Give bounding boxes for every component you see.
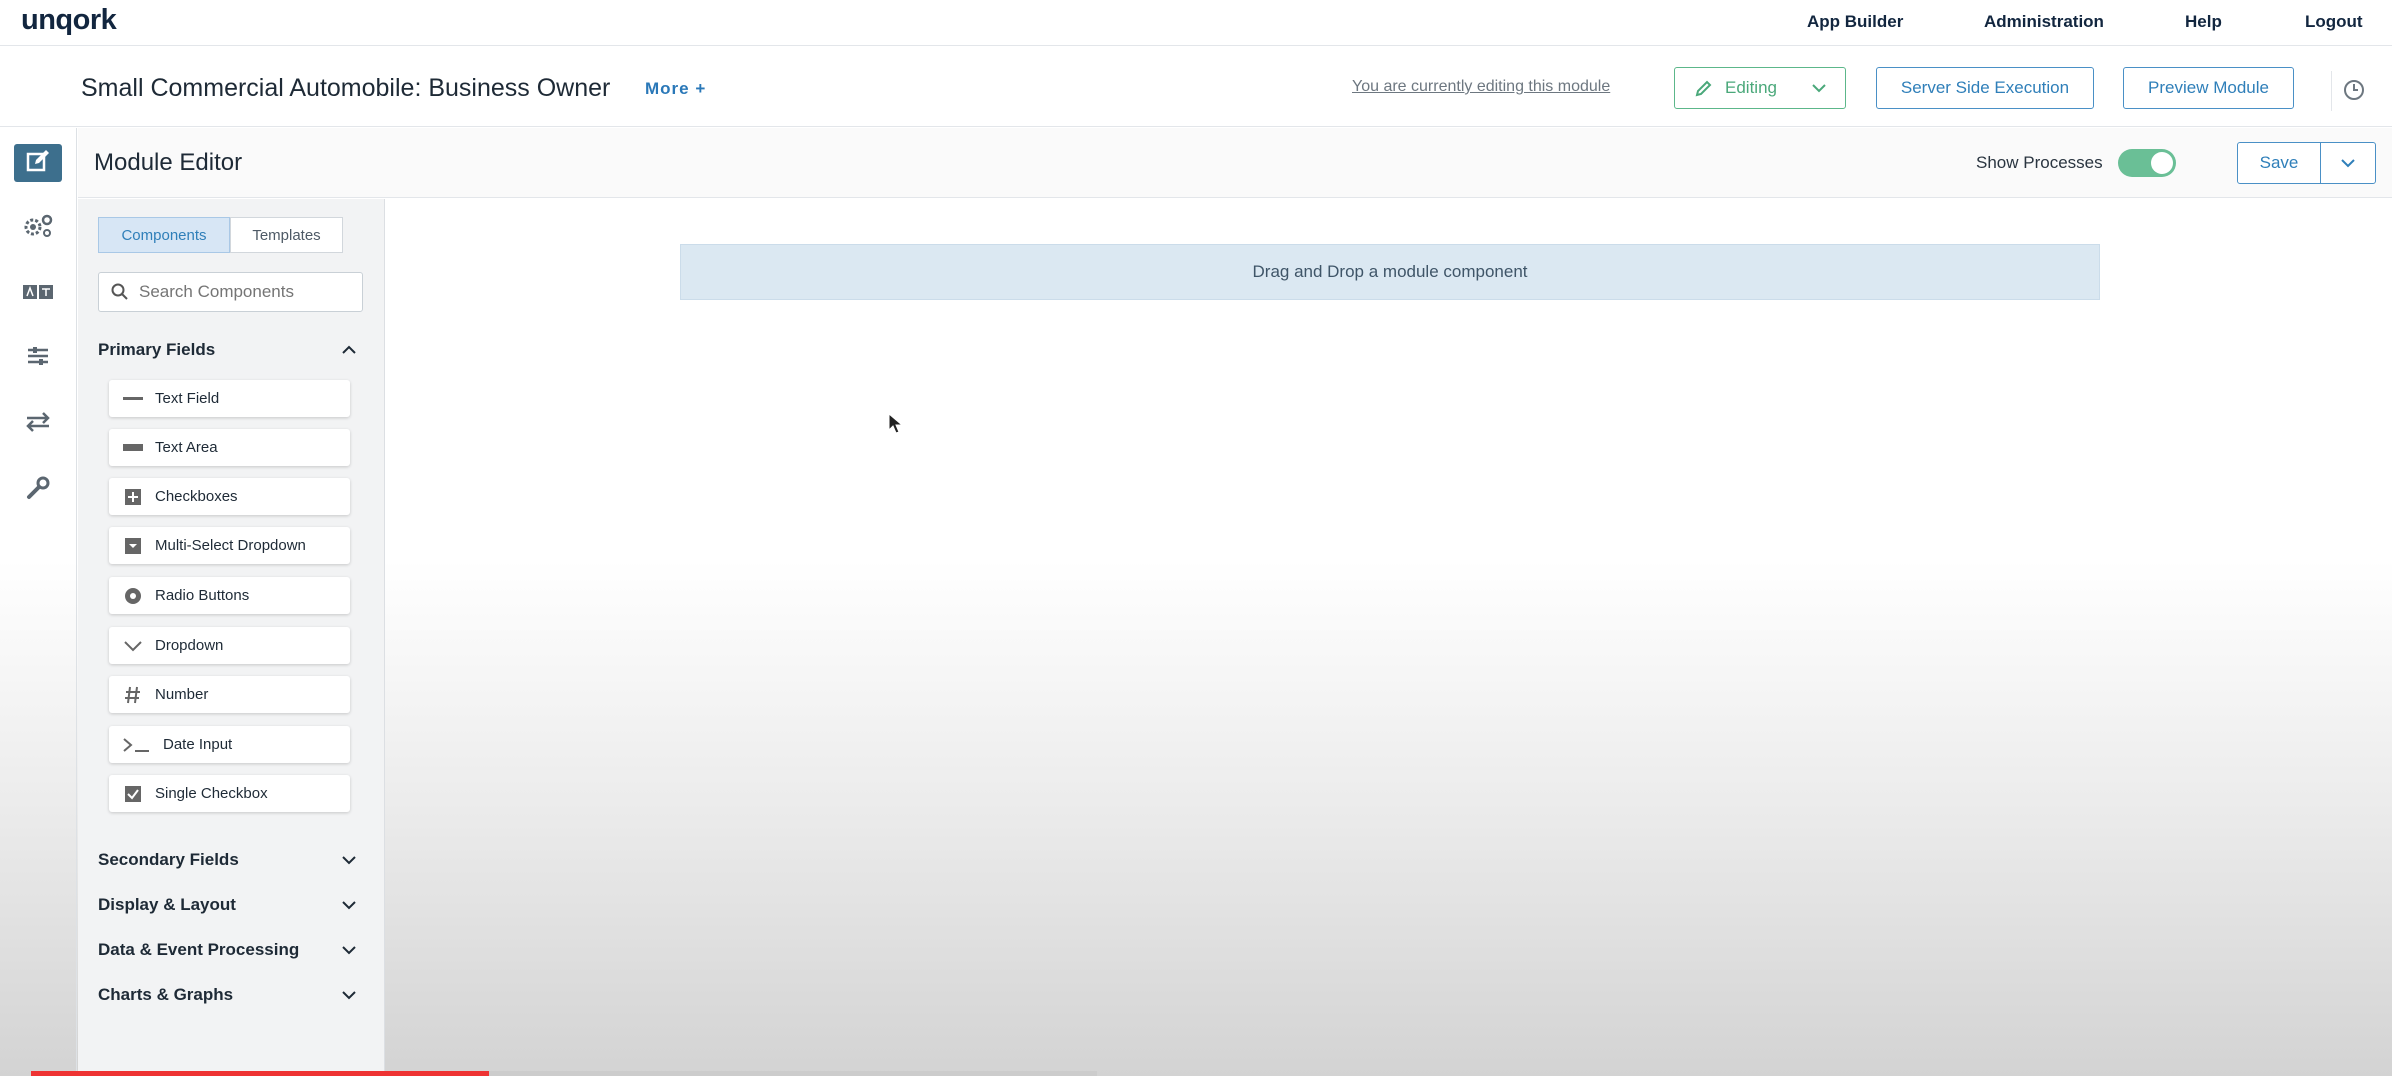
component-dropdown[interactable]: Dropdown [109,627,350,664]
rail-edit[interactable] [14,144,62,182]
wrench-icon [25,475,51,506]
component-text-field[interactable]: Text Field [109,380,350,417]
rail-translate[interactable] [14,275,62,313]
mouse-cursor-icon [888,412,904,440]
nav-administration[interactable]: Administration [1984,12,2104,32]
component-panel: Components Templates Primary Fields Text… [78,199,385,1076]
multi-select-icon [119,537,147,555]
chevron-down-icon [341,945,357,955]
module-title: Small Commercial Automobile: Business Ow… [81,74,611,102]
search-icon [111,283,129,301]
editing-label: Editing [1725,78,1777,97]
chevron-down-icon [2340,158,2356,168]
more-link[interactable]: More + [645,79,706,99]
component-checkboxes[interactable]: Checkboxes [109,478,350,515]
section-data-event-processing[interactable]: Data & Event Processing [98,935,363,965]
component-multi-select-dropdown[interactable]: Multi-Select Dropdown [109,527,350,564]
video-progress-fill [31,1071,490,1076]
component-tabs: Components Templates [98,217,343,253]
top-bar: unqork App Builder Administration Help L… [0,0,2392,46]
rail-settings[interactable] [14,209,62,247]
component-label: Text Field [155,390,220,407]
section-display-layout[interactable]: Display & Layout [98,890,363,920]
component-number[interactable]: Number [109,676,350,713]
chevron-down-icon [341,855,357,865]
component-label: Number [155,686,209,703]
component-text-area[interactable]: Text Area [109,429,350,466]
component-date-input[interactable]: Date Input [109,726,350,763]
section-primary-fields[interactable]: Primary Fields [98,335,363,365]
nav-app-builder[interactable]: App Builder [1807,12,1903,32]
section-title: Data & Event Processing [98,940,300,959]
component-label: Multi-Select Dropdown [155,537,306,554]
preview-module-button[interactable]: Preview Module [2123,67,2294,109]
tab-components[interactable]: Components [98,217,230,253]
translate-icon [22,283,54,306]
toggle-knob [2151,152,2173,174]
section-title: Primary Fields [98,340,216,359]
component-radio-buttons[interactable]: Radio Buttons [109,577,350,614]
tab-templates[interactable]: Templates [230,217,343,253]
module-header: Small Commercial Automobile: Business Ow… [0,47,2392,127]
editing-dropdown[interactable]: Editing [1674,67,1846,109]
chevron-down-icon [341,900,357,910]
dropdown-icon [119,640,147,652]
search-box [98,272,363,312]
component-single-checkbox[interactable]: Single Checkbox [109,775,350,812]
save-options-button[interactable] [2320,142,2376,184]
component-label: Dropdown [155,637,224,654]
sliders-icon [25,343,51,374]
search-input[interactable] [139,282,359,302]
editor-header: Module Editor Show Processes Save [78,128,2392,198]
server-side-execution-button[interactable]: Server Side Execution [1876,67,2094,109]
chevron-down-icon [341,990,357,1000]
checkboxes-icon [119,488,147,506]
pencil-icon [1695,79,1713,97]
rail-layout[interactable] [14,339,62,377]
show-processes-toggle[interactable] [2118,149,2176,177]
editing-note-link[interactable]: You are currently editing this module [1352,78,1610,96]
chevron-up-icon [341,345,357,355]
edit-icon [25,148,51,179]
history-icon[interactable] [2331,71,2371,111]
rail-transfer[interactable] [14,405,62,443]
video-progress-bar[interactable] [31,1071,1097,1076]
component-label: Date Input [163,736,233,753]
section-title: Display & Layout [98,895,236,914]
radio-icon [119,586,147,606]
text-area-icon [119,442,147,454]
hash-icon [119,685,147,705]
gears-icon [22,213,54,244]
transfer-arrows-icon [24,411,52,438]
left-icon-rail [0,128,77,1076]
nav-help[interactable]: Help [2185,12,2222,32]
unqork-logo[interactable]: unqork [21,4,117,37]
rail-tools[interactable] [14,471,62,509]
show-processes-label: Show Processes [1976,153,2103,172]
component-label: Text Area [155,439,218,456]
terminal-icon [119,736,155,754]
section-charts-graphs[interactable]: Charts & Graphs [98,980,363,1010]
component-label: Single Checkbox [155,785,268,802]
editor-title: Module Editor [94,149,243,176]
text-field-icon [119,394,147,404]
save-button[interactable]: Save [2237,142,2321,184]
section-secondary-fields[interactable]: Secondary Fields [98,845,363,875]
nav-logout[interactable]: Logout [2305,12,2363,32]
component-label: Radio Buttons [155,587,250,604]
component-label: Checkboxes [155,488,238,505]
section-title: Secondary Fields [98,850,239,869]
module-dropzone[interactable]: Drag and Drop a module component [680,244,2100,300]
chevron-down-icon [1811,83,1827,93]
section-title: Charts & Graphs [98,985,234,1004]
checkbox-icon [119,785,147,803]
